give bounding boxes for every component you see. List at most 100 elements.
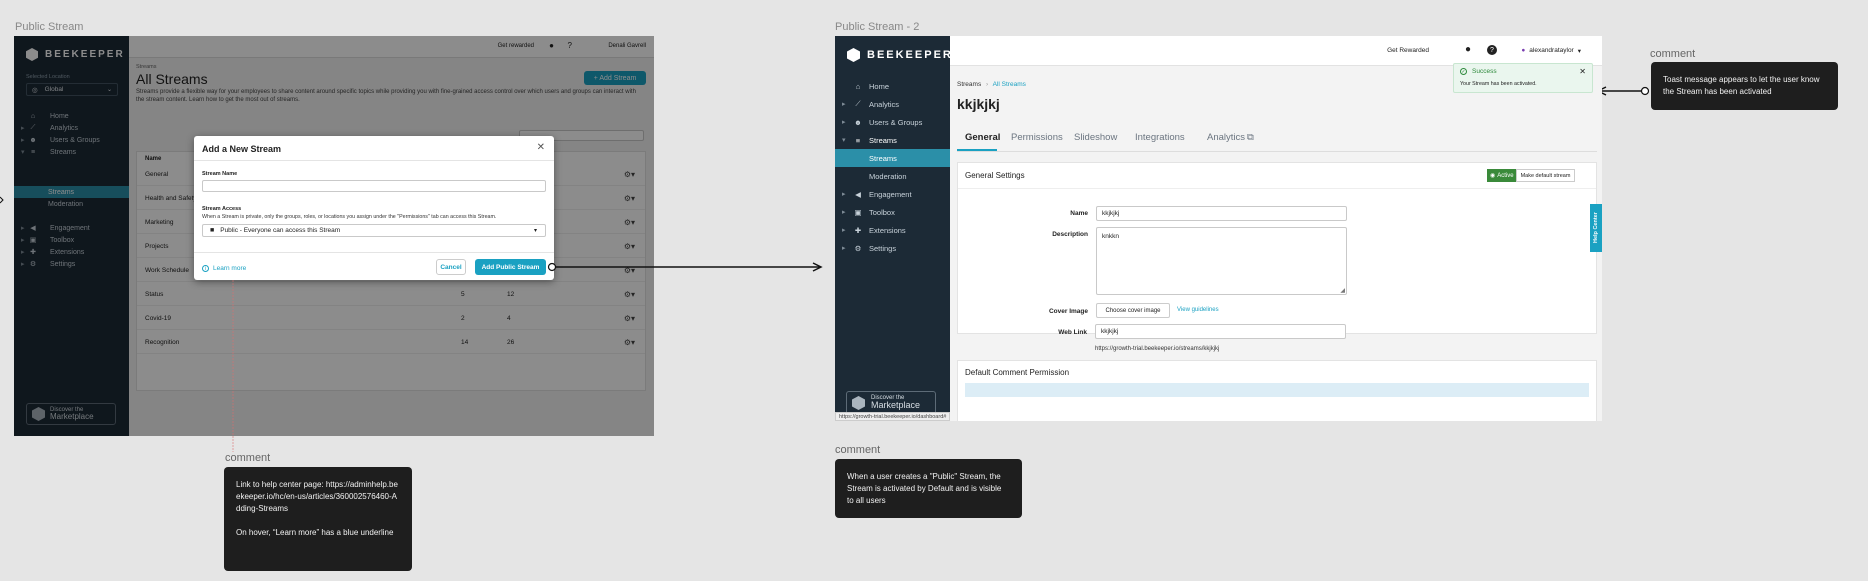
comment-permission-card: Default Comment Permission	[957, 360, 1597, 421]
add-stream-modal: Add a New Stream ✕ Stream Name Stream Ac…	[194, 136, 554, 280]
main-area: Get Rewarded ● ? ● alexandrataylor ▾ Str…	[950, 36, 1602, 421]
gear-icon: ⚙	[854, 243, 862, 253]
caret-right-icon: ▸	[842, 101, 846, 108]
stream-name-input[interactable]	[202, 180, 546, 192]
tab-label: Analytics	[1207, 132, 1246, 143]
nav-analytics[interactable]: ▸ ⟋ Analytics	[835, 95, 950, 113]
puzzle-icon: ✚	[854, 225, 862, 235]
nav-label: Toolbox	[869, 207, 895, 217]
comment-text: When a user creates a "Public" Stream, t…	[847, 472, 1002, 505]
help-center-label: Help Center	[1593, 212, 1599, 244]
nav-label: Engagement	[869, 189, 912, 199]
nav-streams[interactable]: ▾ ≡ Streams	[835, 131, 950, 149]
check-circle-icon: ◉	[1490, 173, 1496, 179]
info-icon: i	[202, 265, 209, 272]
caret-right-icon: ▸	[842, 191, 846, 198]
help-icon[interactable]: ?	[1487, 45, 1497, 55]
bell-icon[interactable]: ●	[1465, 44, 1471, 55]
nav-home[interactable]: ⌂ Home	[835, 77, 950, 95]
active-badge: ◉ Active	[1487, 169, 1517, 182]
comment-label: comment	[835, 444, 881, 456]
tab-slideshow[interactable]: Slideshow	[1074, 132, 1117, 143]
user-menu[interactable]: ● alexandrataylor ▾	[1521, 47, 1581, 55]
home-icon: ⌂	[855, 81, 861, 91]
nav-moderation[interactable]: Moderation	[835, 167, 950, 185]
success-toast: ✓ Success ✕ Your Stream has been activat…	[1453, 63, 1593, 93]
comment-text: On hover, “Learn more” has a blue underl…	[236, 528, 394, 537]
users-icon: ☻	[854, 117, 862, 127]
caret-right-icon: ▸	[842, 245, 846, 252]
learn-more-link[interactable]: i Learn more	[202, 265, 246, 272]
access-help-text: When a Stream is private, only the group…	[202, 214, 497, 220]
nav-label: Extensions	[869, 225, 906, 235]
nav-label: Settings	[869, 243, 897, 253]
toast-close-icon[interactable]: ✕	[1579, 67, 1586, 76]
marketplace-icon	[852, 396, 865, 410]
nav-label: Streams	[869, 135, 897, 145]
active-label: Active	[1497, 172, 1514, 179]
get-rewarded-link[interactable]: Get Rewarded	[1387, 47, 1429, 54]
tabs-divider	[957, 151, 1597, 152]
view-guidelines-link[interactable]: View guidelines	[1177, 307, 1219, 313]
add-public-stream-button[interactable]: Add Public Stream	[475, 259, 546, 275]
web-link-input[interactable]: kkjkjkj	[1095, 324, 1346, 339]
marketplace-line2: Marketplace	[871, 400, 921, 411]
name-value: kkjkjkj	[1102, 210, 1120, 217]
comment-label: comment	[1650, 48, 1696, 60]
description-label: Description	[1052, 231, 1088, 238]
description-textarea[interactable]: knkkn ◢	[1096, 227, 1347, 295]
user-name: alexandrataylor	[1529, 47, 1574, 54]
stream-access-select[interactable]: ■ Public - Everyone can access this Stre…	[202, 224, 546, 237]
close-icon[interactable]: ✕	[537, 142, 545, 153]
chart-icon: ⟋	[855, 99, 861, 108]
comment-toast: Toast message appears to let the user kn…	[1651, 62, 1838, 110]
cancel-button[interactable]: Cancel	[436, 259, 466, 275]
modal-divider	[194, 160, 554, 161]
nav-label: Home	[869, 81, 890, 91]
nav-label: Moderation	[869, 171, 907, 181]
lock-icon: ■	[210, 227, 215, 234]
tab-analytics[interactable]: Analytics ⧉	[1207, 132, 1254, 143]
section-title: General Settings	[965, 171, 1025, 180]
nav-toolbox[interactable]: ▸ ▣ Toolbox	[835, 203, 950, 221]
breadcrumb: Streams › All Streams	[957, 81, 1026, 88]
web-link-value: kkjkjkj	[1101, 328, 1119, 335]
brand-name: BEEKEEPER	[867, 49, 953, 61]
learn-more-text: Learn more	[213, 265, 247, 272]
caret-down-icon: ▾	[533, 228, 537, 234]
comment-public-stream: When a user creates a "Public" Stream, t…	[835, 459, 1022, 518]
comment-learn-more: Link to help center page: https://adminh…	[224, 467, 412, 571]
web-link-label: Web Link	[1058, 329, 1087, 336]
caret-right-icon: ▸	[842, 227, 846, 234]
caret-down-icon: ▾	[842, 137, 846, 144]
hexagon-logo-icon	[847, 48, 860, 62]
description-value: knkkn	[1102, 233, 1119, 240]
streams-icon: ≡	[855, 135, 861, 145]
nav-engagement[interactable]: ▸ ◀ Engagement	[835, 185, 950, 203]
nav-streams-sub[interactable]: Streams	[835, 149, 950, 167]
resize-handle-icon[interactable]: ◢	[1340, 287, 1345, 294]
help-center-tab[interactable]: Help Center	[1590, 204, 1602, 252]
toolbox-icon: ▣	[854, 207, 862, 217]
top-header: Get Rewarded ● ? ● alexandrataylor ▾	[950, 36, 1602, 66]
name-input[interactable]: kkjkjkj	[1096, 206, 1347, 221]
nav-users-groups[interactable]: ▸ ☻ Users & Groups	[835, 113, 950, 131]
choose-cover-image-button[interactable]: Choose cover image	[1096, 303, 1170, 318]
info-banner	[965, 383, 1589, 397]
tab-general[interactable]: General	[965, 132, 1000, 143]
nav-settings[interactable]: ▸ ⚙ Settings	[835, 239, 950, 257]
comment-text: Link to help center page: https://adminh…	[236, 480, 398, 513]
second-section-title: Default Comment Permission	[965, 368, 1070, 377]
make-default-stream-button[interactable]: Make default stream	[1516, 169, 1575, 182]
stream-name-label: Stream Name	[202, 171, 238, 177]
breadcrumb-root[interactable]: Streams	[957, 81, 981, 88]
external-link-icon: ⧉	[1247, 132, 1254, 143]
breadcrumb-current[interactable]: All Streams	[993, 81, 1026, 88]
web-link-url: https://growth-trial.beekeeper.io/stream…	[1095, 346, 1220, 352]
user-icon: ●	[1521, 47, 1526, 54]
tab-permissions[interactable]: Permissions	[1011, 132, 1063, 143]
nav-extensions[interactable]: ▸ ✚ Extensions	[835, 221, 950, 239]
tab-integrations[interactable]: Integrations	[1135, 132, 1185, 143]
nav-label: Users & Groups	[869, 117, 923, 127]
nav-label: Analytics	[869, 99, 900, 109]
